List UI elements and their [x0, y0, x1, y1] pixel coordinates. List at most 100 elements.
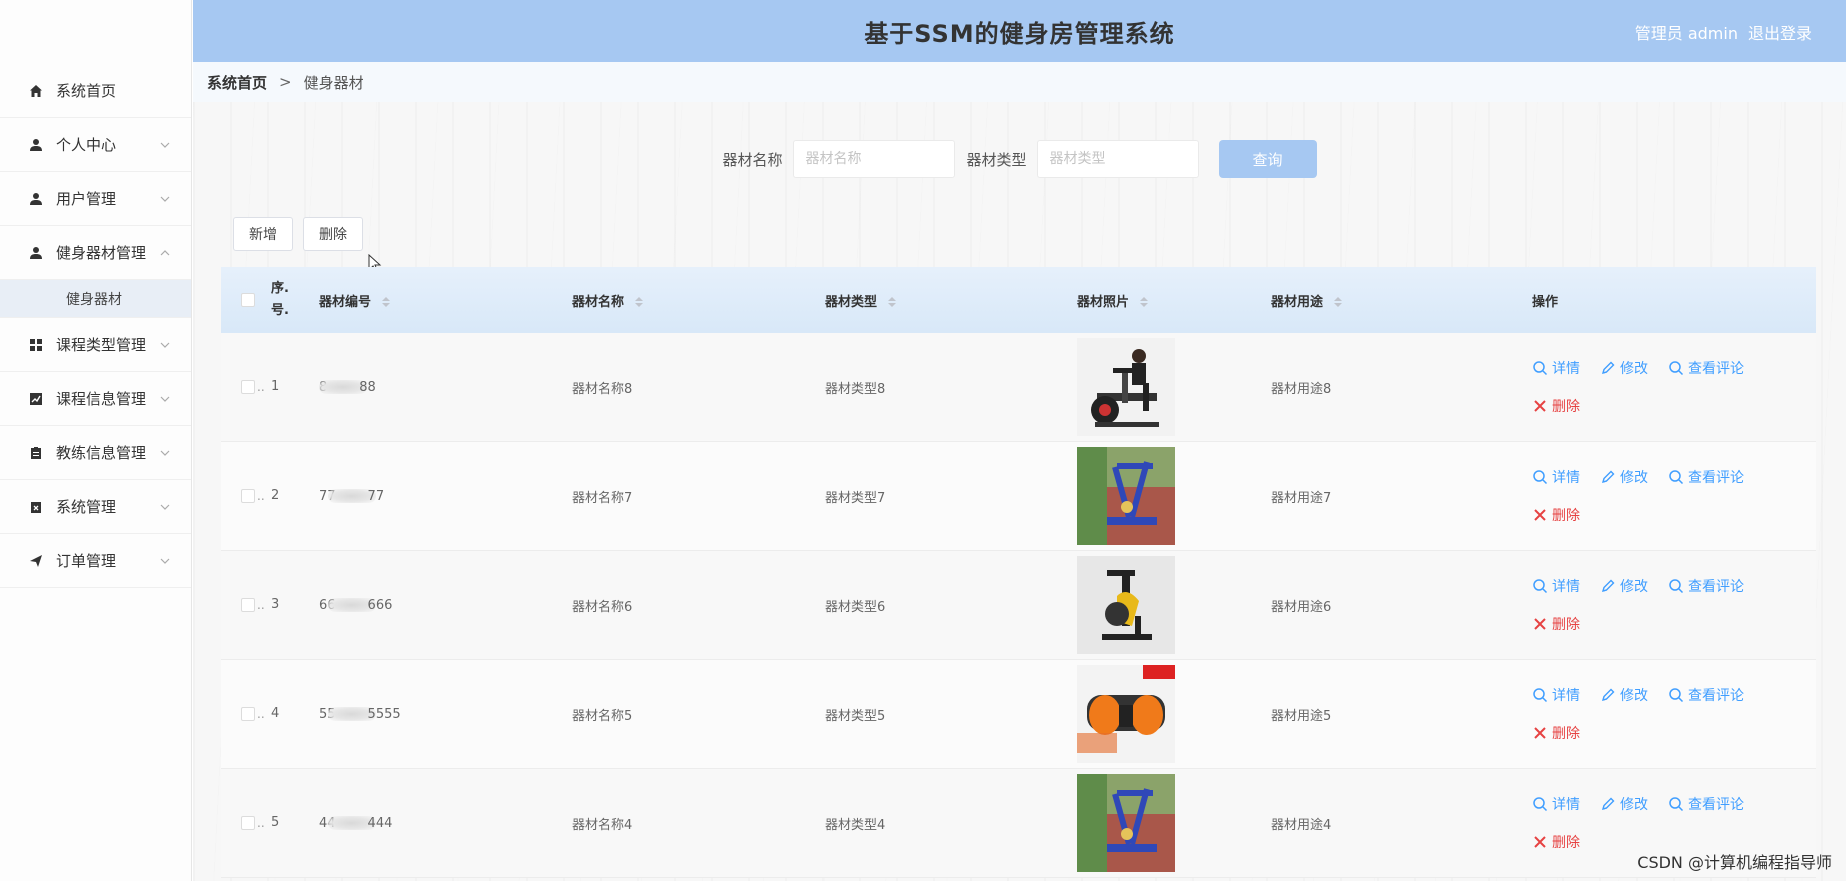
user-icon	[28, 245, 44, 261]
sort-icon[interactable]	[887, 297, 896, 307]
delete-label: 删除	[1552, 617, 1580, 633]
clipboard-icon	[28, 445, 44, 461]
header-name-label: 器材名称	[572, 294, 625, 310]
select-all-checkbox[interactable]	[241, 293, 255, 307]
row-checkbox[interactable]	[241, 598, 255, 612]
edit-button[interactable]: 修改	[1600, 576, 1648, 596]
sidebar-item-system-management[interactable]: 系统管理	[0, 480, 191, 534]
sort-icon[interactable]	[381, 297, 390, 307]
view-comments-button[interactable]: 查看评论	[1668, 685, 1744, 705]
header-photo[interactable]: 器材照片	[1077, 291, 1271, 310]
header-type-label: 器材类型	[825, 294, 878, 310]
sidebar-item-course-info-management[interactable]: 课程信息管理	[0, 372, 191, 426]
row-code-suffix: 88	[359, 379, 376, 395]
sidebar-item-home[interactable]: 系统首页	[0, 64, 191, 118]
delete-row-button[interactable]: 删除	[1532, 832, 1580, 852]
equipment-photo[interactable]	[1077, 447, 1175, 545]
close-icon	[1532, 398, 1548, 414]
detail-button[interactable]: 详情	[1532, 576, 1580, 596]
row-name: 器材名称8	[572, 381, 633, 397]
sidebar-subitem-equipment[interactable]: 健身器材	[0, 280, 191, 318]
header-name[interactable]: 器材名称	[572, 291, 825, 310]
delete-row-button[interactable]: 删除	[1532, 505, 1580, 525]
search-icon	[1668, 578, 1684, 594]
row-checkbox[interactable]	[241, 816, 255, 830]
row-photo-cell	[1077, 665, 1271, 763]
search-icon	[1532, 469, 1548, 485]
comments-label: 查看评论	[1688, 470, 1744, 486]
header-index: 序. 号.	[271, 281, 289, 318]
delete-row-button[interactable]: 删除	[1532, 723, 1580, 743]
chevron-down-icon	[160, 142, 170, 148]
row-code-suffix: 5555	[367, 706, 401, 722]
row-code: 555555	[319, 707, 572, 722]
detail-button[interactable]: 详情	[1532, 467, 1580, 487]
home-icon	[28, 83, 44, 99]
header-type[interactable]: 器材类型	[825, 291, 1077, 310]
delete-label: 删除	[1552, 508, 1580, 524]
sort-icon[interactable]	[1139, 297, 1148, 307]
send-icon	[28, 553, 44, 569]
row-checkbox-cell: ..	[221, 598, 271, 612]
view-comments-button[interactable]: 查看评论	[1668, 576, 1744, 596]
sidebar-subitem-label: 健身器材	[66, 291, 122, 308]
close-icon	[1532, 616, 1548, 632]
edit-button[interactable]: 修改	[1600, 467, 1648, 487]
row-name: 器材名称4	[572, 817, 633, 833]
row-type: 器材类型5	[825, 708, 886, 724]
sidebar-item-label: 系统管理	[56, 498, 117, 516]
delete-label: 删除	[1552, 835, 1580, 851]
row-checkbox[interactable]	[241, 489, 255, 503]
edit-button[interactable]: 修改	[1600, 794, 1648, 814]
view-comments-button[interactable]: 查看评论	[1668, 467, 1744, 487]
delete-row-button[interactable]: 删除	[1532, 614, 1580, 634]
equipment-photo[interactable]	[1077, 338, 1175, 436]
equipment-name-input[interactable]	[792, 140, 955, 178]
search-icon	[1668, 796, 1684, 812]
breadcrumb-home[interactable]: 系统首页	[207, 72, 267, 93]
detail-button[interactable]: 详情	[1532, 358, 1580, 378]
row-index: 2	[271, 488, 280, 503]
detail-label: 详情	[1552, 797, 1580, 813]
breadcrumb: 系统首页 > 健身器材	[193, 62, 1846, 102]
row-use: 器材用途7	[1271, 490, 1332, 506]
sidebar-item-personal-center[interactable]: 个人中心	[0, 118, 191, 172]
equipment-photo[interactable]	[1077, 774, 1175, 872]
sidebar-item-course-type-management[interactable]: 课程类型管理	[0, 318, 191, 372]
row-checkbox-cell: ..	[221, 380, 271, 394]
edit-button[interactable]: 修改	[1600, 358, 1648, 378]
calendar-x-icon	[28, 499, 44, 515]
chevron-down-icon	[160, 504, 170, 510]
delete-selected-button[interactable]: 删除	[303, 217, 363, 251]
row-checkbox-cell: ..	[221, 489, 271, 503]
sidebar-item-user-management[interactable]: 用户管理	[0, 172, 191, 226]
comments-label: 查看评论	[1688, 361, 1744, 377]
sidebar-item-equipment-management[interactable]: 健身器材管理	[0, 226, 191, 280]
sidebar-item-coach-info-management[interactable]: 教练信息管理	[0, 426, 191, 480]
row-photo-cell	[1077, 338, 1271, 436]
equipment-photo[interactable]	[1077, 665, 1175, 763]
row-use: 器材用途4	[1271, 817, 1332, 833]
detail-button[interactable]: 详情	[1532, 794, 1580, 814]
equipment-type-input[interactable]	[1036, 140, 1199, 178]
header-use[interactable]: 器材用途	[1271, 291, 1524, 310]
header-use-label: 器材用途	[1271, 294, 1324, 310]
edit-button[interactable]: 修改	[1600, 685, 1648, 705]
sort-icon[interactable]	[634, 297, 643, 307]
sidebar-item-order-management[interactable]: 订单管理	[0, 534, 191, 588]
view-comments-button[interactable]: 查看评论	[1668, 358, 1744, 378]
delete-row-button[interactable]: 删除	[1532, 396, 1580, 416]
close-icon	[1532, 507, 1548, 523]
logout-link[interactable]: 退出登录	[1748, 20, 1812, 44]
detail-button[interactable]: 详情	[1532, 685, 1580, 705]
sort-icon[interactable]	[1333, 297, 1342, 307]
add-button[interactable]: 新增	[233, 217, 293, 251]
equipment-photo[interactable]	[1077, 556, 1175, 654]
row-checkbox[interactable]	[241, 707, 255, 721]
view-comments-button[interactable]: 查看评论	[1668, 794, 1744, 814]
header-code-label: 器材编号	[319, 294, 372, 310]
chevron-down-icon	[160, 396, 170, 402]
row-checkbox[interactable]	[241, 380, 255, 394]
header-code[interactable]: 器材编号	[319, 291, 572, 310]
search-button[interactable]: 查询	[1218, 140, 1317, 178]
